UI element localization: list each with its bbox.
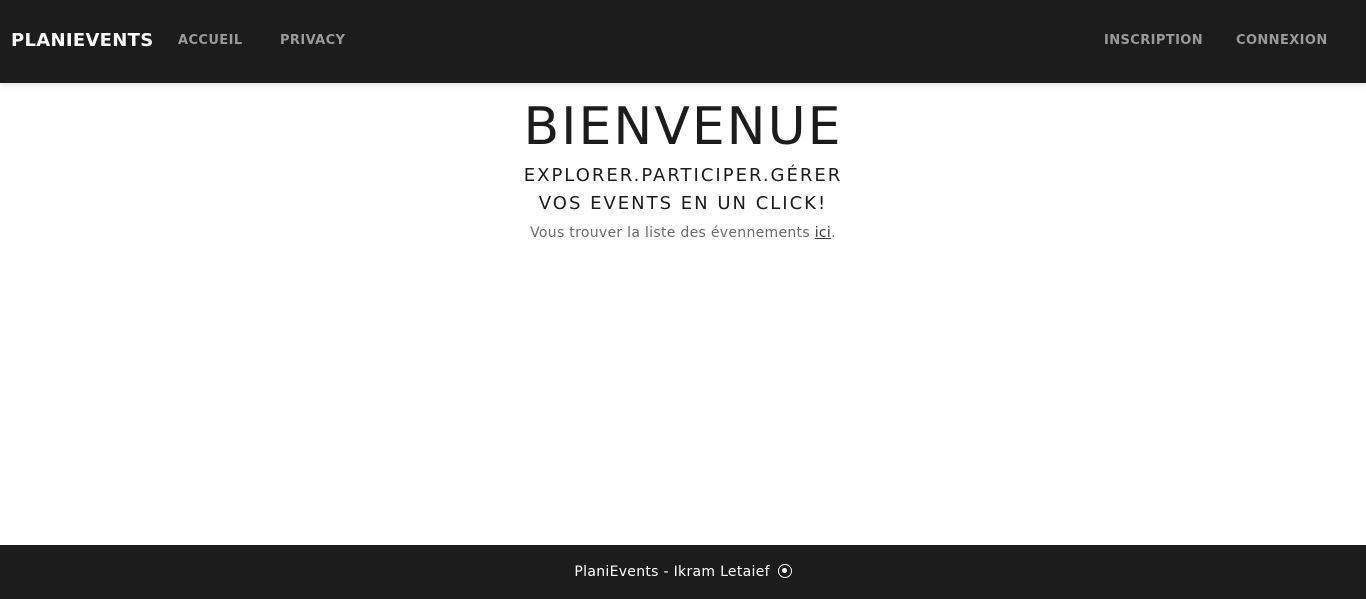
nav-link-privacy[interactable]: PRIVACY: [280, 33, 345, 49]
nav-link-accueil[interactable]: ACCUEIL: [178, 33, 243, 49]
footer-text: PlaniEvents - Ikram Letaief: [574, 564, 770, 580]
hero-subtitle-line1: EXPLORER.PARTICIPER.GÉRER: [523, 165, 843, 186]
page-footer: PlaniEvents - Ikram Letaief: [0, 545, 1366, 599]
brand-logo-link[interactable]: PLANIEVENTS: [11, 30, 153, 52]
copyright-icon: [777, 564, 792, 578]
hero-subtitle-line2: VOS EVENTS EN UN CLICK!: [538, 193, 828, 214]
hero-description-end: .: [831, 225, 836, 241]
page-title: BIENVENUE: [523, 97, 843, 157]
hero-description-text: Vous trouver la liste des évennements: [530, 225, 815, 241]
nav-link-connexion[interactable]: CONNEXION: [1236, 33, 1328, 49]
events-list-link[interactable]: ici: [815, 225, 831, 241]
nav-link-inscription[interactable]: INSCRIPTION: [1104, 33, 1203, 49]
top-navbar: PLANIEVENTS ACCUEIL PRIVACY INSCRIPTION …: [0, 0, 1366, 83]
hero-description: Vous trouver la liste des évennements ic…: [0, 224, 1366, 242]
